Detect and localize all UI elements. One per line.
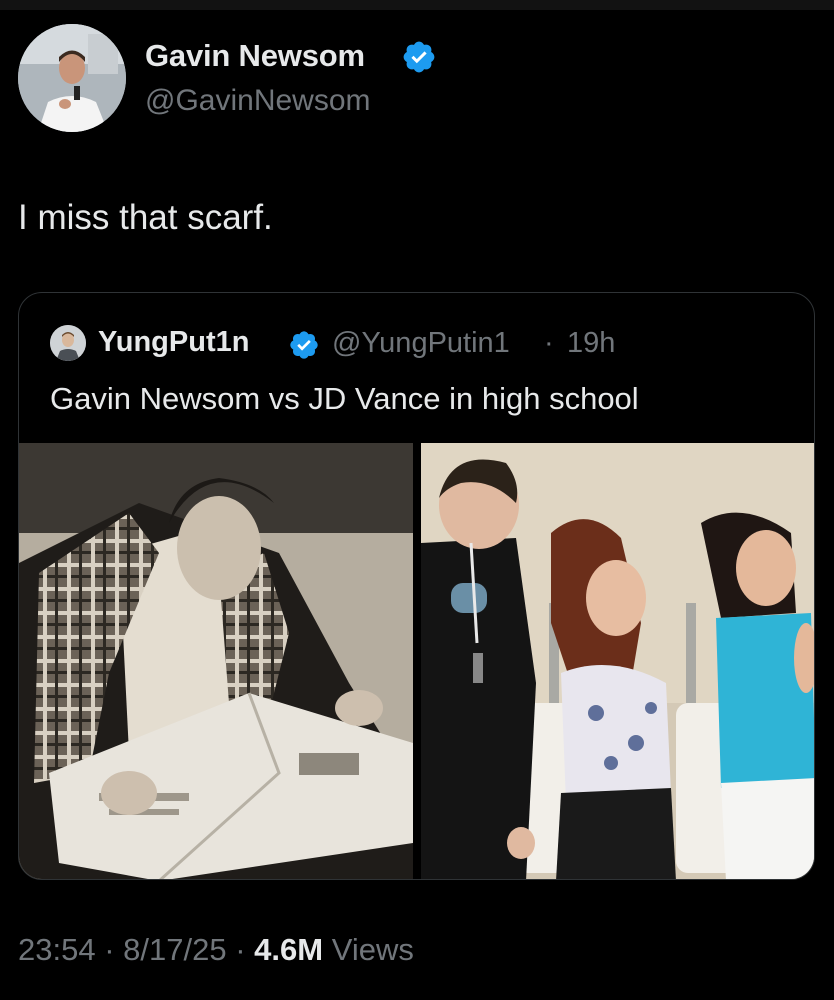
quoted-author-avatar[interactable] xyxy=(50,325,86,361)
verified-badge-icon xyxy=(403,41,435,73)
quoted-tweet-card[interactable]: YungPut1n @YungPutin1 · 19h Gavin Newsom… xyxy=(18,292,815,880)
separator-dot: · xyxy=(544,327,554,359)
separator-dot: · xyxy=(104,932,115,967)
photo-image-icon xyxy=(421,443,814,879)
separator-dot: · xyxy=(235,932,246,967)
views-label: Views xyxy=(331,932,414,967)
author-name[interactable]: Gavin Newsom xyxy=(145,38,365,74)
quoted-tweet-text: Gavin Newsom vs JD Vance in high school xyxy=(50,381,639,416)
avatar-photo-icon xyxy=(18,24,126,132)
author-handle[interactable]: @GavinNewsom xyxy=(145,84,371,118)
avatar-photo-icon xyxy=(50,325,86,361)
tweet-meta: 23:54 · 8/17/25 · 4.6M Views xyxy=(18,932,414,968)
quoted-author-name[interactable]: YungPut1n xyxy=(98,326,249,359)
quoted-media-photo-left[interactable] xyxy=(19,443,413,879)
author-avatar[interactable] xyxy=(18,24,126,132)
tweet-text: I miss that scarf. xyxy=(18,198,273,237)
quoted-author-handle[interactable]: @YungPutin1 xyxy=(332,327,510,360)
top-status-bar xyxy=(0,0,834,10)
tweet-time[interactable]: 23:54 xyxy=(18,932,96,967)
verified-badge-icon xyxy=(290,331,318,359)
tweet-date[interactable]: 8/17/25 xyxy=(123,932,226,967)
quoted-time-ago[interactable]: 19h xyxy=(567,327,615,360)
quoted-media-photo-right[interactable] xyxy=(421,443,814,879)
views-count[interactable]: 4.6M xyxy=(254,932,323,967)
photo-image-icon xyxy=(19,443,413,879)
